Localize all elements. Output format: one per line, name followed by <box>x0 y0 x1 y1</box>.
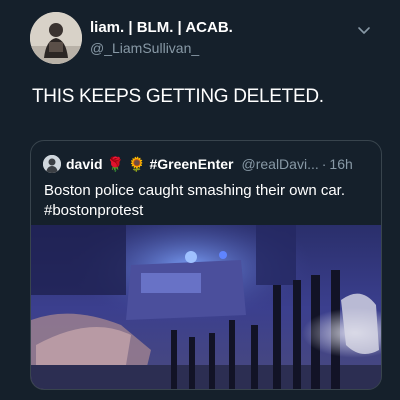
author-handle[interactable]: @_LiamSullivan_ <box>90 40 199 56</box>
sunflower-icon: 🌻 <box>128 155 146 172</box>
quoted-tweet-header: david 🌹 🌻 #GreenEnter @realDavi... · 16h <box>43 153 371 175</box>
video-thumbnail[interactable] <box>31 225 381 389</box>
quoted-author-handle[interactable]: @realDavi... <box>242 156 319 172</box>
quoted-author-name[interactable]: david <box>66 156 103 172</box>
quoted-avatar[interactable] <box>43 155 61 173</box>
rose-icon: 🌹 <box>106 155 125 172</box>
separator-dot: · <box>321 156 327 172</box>
avatar[interactable] <box>30 12 82 64</box>
quoted-tweet-text: Boston police caught smashing their own … <box>44 182 346 219</box>
timestamp[interactable]: 16h <box>329 156 352 172</box>
tweet[interactable]: liam. | BLM. | ACAB. @_LiamSullivan_ THI… <box>0 0 400 400</box>
author-name[interactable]: liam. | BLM. | ACAB. <box>90 19 233 36</box>
quoted-author-hashtag[interactable]: #GreenEnter <box>149 156 233 172</box>
tweet-text: THIS KEEPS GETTING DELETED. <box>32 86 324 107</box>
quoted-tweet[interactable]: david 🌹 🌻 #GreenEnter @realDavi... · 16h… <box>30 140 382 390</box>
chevron-down-icon[interactable] <box>356 22 372 38</box>
